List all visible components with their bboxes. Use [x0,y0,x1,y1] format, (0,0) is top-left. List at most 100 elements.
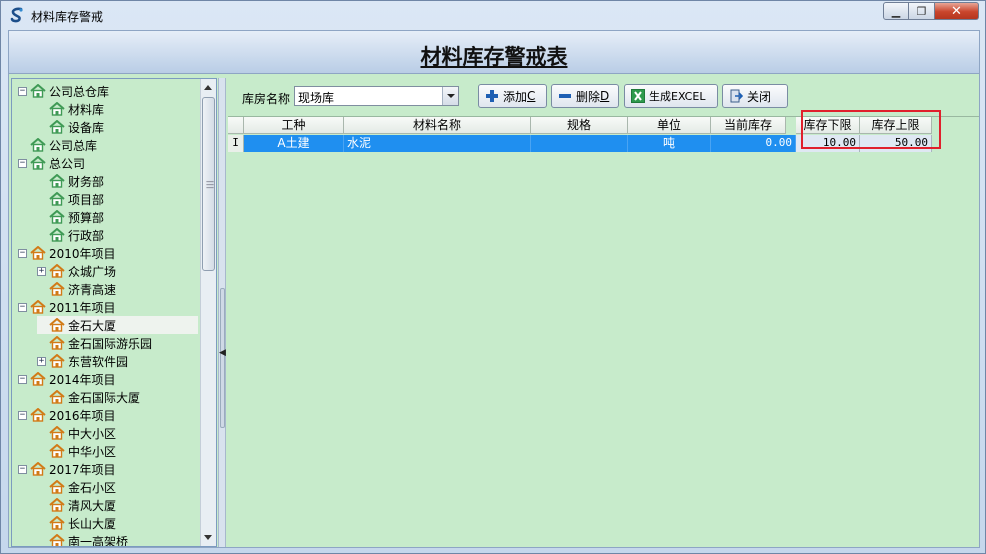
tree-item[interactable]: 预算部 [37,208,198,226]
collapse-icon[interactable]: − [18,86,27,96]
cell-material-name[interactable]: 水泥 [344,135,531,152]
tree-item[interactable]: 清风大厦 [37,496,198,514]
cell-spec[interactable] [531,135,628,152]
orange-house-icon [49,515,65,530]
export-excel-button[interactable]: 生成EXCEL [624,84,718,108]
scroll-thumb[interactable]: — — — [202,97,215,271]
cell-trade[interactable]: A土建 [244,135,344,152]
row-indicator-header [228,117,244,134]
title-bar[interactable]: 材料库存警戒 ▁ ❐ ✕ [1,1,985,29]
add-hotkey: C [527,89,536,103]
tree-item[interactable]: − 公司总仓库 [18,82,198,100]
tree-item[interactable]: − 2010年项目 [18,244,198,262]
collapse-left-icon[interactable]: ◀ [219,348,226,358]
close-window-button[interactable]: ✕ [935,2,979,20]
warehouse-label: 库房名称 [242,92,291,106]
tree-item[interactable]: 公司总库 [18,136,198,154]
row-indicator: I [228,135,244,152]
tree-item[interactable]: 材料库 [37,100,198,118]
scroll-down-icon[interactable] [204,535,212,540]
tree-item[interactable]: 金石小区 [37,478,198,496]
app-window: 材料库存警戒 ▁ ❐ ✕ 材料库存警戒表 − 公司总仓库 材料库 设备库 公司总库 − 总公… [0,0,986,554]
minimize-button[interactable]: ▁ [883,2,909,20]
orange-house-icon [30,245,46,260]
tree-item[interactable]: 设备库 [37,118,198,136]
green-house-icon [49,173,65,188]
maximize-button[interactable]: ❐ [909,2,935,20]
chevron-down-icon[interactable] [442,87,458,105]
collapse-icon[interactable]: − [18,302,27,312]
tree-item[interactable]: − 总公司 [18,154,198,172]
warehouse-select[interactable]: 现场库 [294,86,459,106]
orange-house-icon [49,263,65,278]
orange-house-icon [49,533,65,546]
orange-house-icon [30,299,46,314]
tree-item-label: 东营软件园 [68,354,129,369]
collapse-icon[interactable]: − [18,410,27,420]
orange-house-icon [30,371,46,386]
delete-hotkey: D [600,89,610,103]
orange-house-icon [30,461,46,476]
column-header-unit[interactable]: 单位 [628,117,711,134]
close-button[interactable]: 关闭 [722,84,788,108]
column-header-material-name[interactable]: 材料名称 [344,117,531,134]
collapse-icon[interactable]: − [18,158,27,168]
tree-item[interactable]: 长山大厦 [37,514,198,532]
add-button[interactable]: 添加 C [478,84,547,108]
cell-unit[interactable]: 吨 [628,135,711,152]
collapse-icon[interactable]: − [18,248,27,258]
cell-current-stock[interactable]: 0.00 [711,135,796,152]
tree-item-label: 2014年项目 [49,372,116,387]
green-house-icon [49,191,65,206]
tree-item[interactable]: + 东营软件园 [37,352,198,370]
tree-item[interactable]: − 2011年项目 [18,298,198,316]
tree-item[interactable]: − 2014年项目 [18,370,198,388]
tree-item[interactable]: 财务部 [37,172,198,190]
tree-item-label: 项目部 [68,192,105,207]
tree-item[interactable]: 金石国际大厦 [37,388,198,406]
tree-item[interactable]: 项目部 [37,190,198,208]
tree-item[interactable]: + 众城广场 [37,262,198,280]
green-house-icon [49,101,65,116]
orange-house-icon [49,497,65,512]
tree-item-label: 财务部 [68,174,105,189]
orange-house-icon [49,425,65,440]
column-header-current-stock[interactable]: 当前库存 [711,117,786,134]
grip-icon: — — — [206,177,214,192]
tree-item[interactable]: − 2017年项目 [18,460,198,478]
close-button-label: 关闭 [747,89,772,104]
tree-item[interactable]: 中华小区 [37,442,198,460]
tree-item-label: 南一高架桥 [68,534,129,547]
tree-item[interactable]: 行政部 [37,226,198,244]
panel-splitter[interactable]: ◀ [218,78,226,547]
tree-item-label: 2011年项目 [49,300,116,315]
collapse-icon[interactable]: − [18,464,27,474]
tree-item[interactable]: − 2016年项目 [18,406,198,424]
stock-alert-grid: 工种 材料名称 规格 单位 当前库存 库存下限 库存上限 I A土建 水泥 吨 … [228,110,979,547]
tree-item-label: 总公司 [49,156,86,171]
delete-button[interactable]: 删除 D [551,84,619,108]
tree-item[interactable]: 金石大厦 [37,316,198,334]
scroll-up-icon[interactable] [204,85,212,90]
green-house-icon [30,83,46,98]
column-header-trade[interactable]: 工种 [244,117,344,134]
tree-item[interactable]: 济青高速 [37,280,198,298]
splitter-grip[interactable] [220,288,225,428]
expand-icon[interactable]: + [37,356,46,366]
tree-item-label: 长山大厦 [68,516,117,531]
tree-item[interactable]: 金石国际游乐园 [37,334,198,352]
close-icon: ✕ [951,3,962,19]
toolbar: 库房名称 现场库 添加 C 删除 D 生成EXCEL 关闭 [228,79,979,113]
orange-house-icon [49,443,65,458]
tree-item[interactable]: 南一高架桥 [37,532,198,547]
column-header-spec[interactable]: 规格 [531,117,628,134]
collapse-icon[interactable]: − [18,374,27,384]
expand-icon[interactable]: + [37,266,46,276]
tree-scrollbar[interactable]: — — — [200,79,216,546]
minus-icon [559,94,571,98]
tree-item[interactable]: 中大小区 [37,424,198,442]
excel-icon [631,89,645,103]
orange-house-icon [49,281,65,296]
green-house-icon [49,119,65,134]
restore-icon: ❐ [916,4,927,18]
